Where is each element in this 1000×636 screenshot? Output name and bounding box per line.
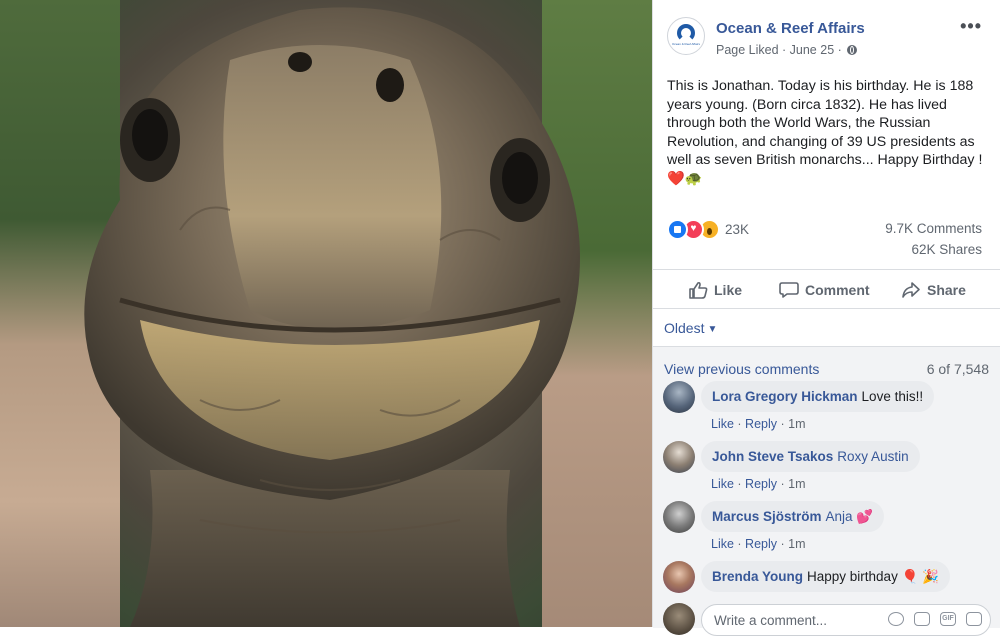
comment-like-link[interactable]: Like [711, 477, 734, 491]
caret-down-icon: ▼ [707, 324, 718, 335]
comment-like-link[interactable]: Like [711, 417, 734, 431]
avatar[interactable] [663, 501, 695, 533]
share-arrow-icon [902, 282, 920, 298]
commenter-name[interactable]: John Steve Tsakos [712, 449, 833, 464]
comment-label: Comment [805, 282, 870, 298]
comment-time[interactable]: 1m [788, 537, 805, 551]
comment-reply-link[interactable]: Reply [745, 537, 777, 551]
comment-item: John Steve Tsakos Roxy Austin Like · Rep… [663, 441, 993, 497]
avatar[interactable] [663, 561, 695, 593]
post-panel: Ocean & Reef Affairs Ocean & Reef Affair… [652, 0, 1000, 636]
page-avatar-icon[interactable]: Ocean & Reef Affairs [667, 17, 705, 55]
comment-reply-link[interactable]: Reply [745, 477, 777, 491]
tagged-user-link[interactable]: Roxy Austin [837, 449, 908, 464]
comment-like-link[interactable]: Like [711, 537, 734, 551]
share-button[interactable]: Share [901, 278, 966, 302]
post-meta: Page Liked · June 25 · [716, 43, 858, 57]
post-body: This is Jonathan. Today is his birthday.… [667, 78, 983, 168]
comment-count-indicator: 6 of 7,548 [926, 361, 989, 377]
globe-icon [847, 45, 858, 55]
comment-time[interactable]: 1m [788, 477, 805, 491]
view-previous-comments-link[interactable]: View previous comments [664, 361, 819, 377]
page-name-link[interactable]: Ocean & Reef Affairs [716, 20, 865, 37]
commenter-name[interactable]: Marcus Sjöström [712, 509, 822, 524]
comment-bubble: Lora Gregory Hickman Love this!! [701, 381, 935, 412]
commenter-name[interactable]: Lora Gregory Hickman [712, 389, 858, 404]
comment-actions: Like · Reply · 1m [711, 477, 806, 491]
comment-composer: Write a comment... GIF [653, 599, 1000, 636]
comments-count-link[interactable]: 9.7K Comments [885, 221, 982, 236]
like-reaction-icon [667, 218, 688, 240]
comment-time[interactable]: 1m [788, 417, 805, 431]
comment-placeholder: Write a comment... [714, 613, 828, 628]
like-label: Like [714, 282, 743, 298]
comment-actions: Like · Reply · 1m [711, 537, 806, 551]
post-date[interactable]: Page Liked · June 25 · [716, 43, 845, 57]
avatar-caption: Ocean & Reef Affairs [672, 42, 700, 46]
comment-bubble: John Steve Tsakos Roxy Austin [701, 441, 920, 472]
comment-button[interactable]: Comment [779, 278, 870, 302]
emoji-icon[interactable] [888, 612, 904, 626]
divider [653, 308, 1000, 309]
comment-item: Marcus Sjöström Anja 💕 Like · Reply · 1m [663, 501, 993, 557]
reaction-count[interactable]: 23K [725, 222, 749, 237]
comment-text: Love this!! [861, 389, 924, 404]
comment-text: Happy birthday 🎈 🎉 [807, 568, 939, 584]
reactions-summary[interactable]: 23K [667, 218, 749, 240]
post-header: Ocean & Reef Affairs Ocean & Reef Affair… [667, 12, 992, 60]
post-text: This is Jonathan. Today is his birthday.… [667, 77, 987, 188]
comment-sort-dropdown[interactable]: Oldest ▼ [664, 320, 717, 336]
comment-bubble: Marcus Sjöström Anja 💕 [701, 501, 885, 532]
shares-count-link[interactable]: 62K Shares [911, 242, 982, 257]
commenter-name[interactable]: Brenda Young [712, 569, 803, 584]
post-emoji: ❤️🐢 [667, 170, 703, 187]
comments-section: View previous comments 6 of 7,548 Lora G… [653, 346, 1000, 628]
tagged-user-link[interactable]: Anja 💕 [826, 509, 874, 525]
comment-bubble: Brenda Young Happy birthday 🎈 🎉 [701, 561, 950, 592]
sticker-icon[interactable] [966, 612, 982, 626]
avatar[interactable] [663, 441, 695, 473]
comment-bubble-icon [779, 282, 799, 298]
post-actions: Like Comment Share [653, 270, 1000, 310]
gif-icon[interactable]: GIF [940, 612, 956, 626]
like-button[interactable]: Like [688, 278, 742, 302]
comment-actions: Like · Reply · 1m [711, 417, 806, 431]
thumbs-up-icon [689, 281, 708, 299]
avatar[interactable] [663, 603, 695, 635]
tortoise-head-illustration [84, 7, 581, 627]
more-options-button[interactable]: ••• [960, 17, 982, 35]
comment-item: Lora Gregory Hickman Love this!! Like · … [663, 381, 993, 437]
share-label: Share [927, 282, 966, 298]
comment-input[interactable]: Write a comment... GIF [701, 604, 991, 636]
sort-label: Oldest [664, 320, 705, 336]
composer-icons: GIF [888, 612, 982, 626]
camera-icon[interactable] [914, 612, 930, 626]
comment-reply-link[interactable]: Reply [745, 417, 777, 431]
tortoise-photo[interactable] [0, 0, 652, 627]
avatar[interactable] [663, 381, 695, 413]
